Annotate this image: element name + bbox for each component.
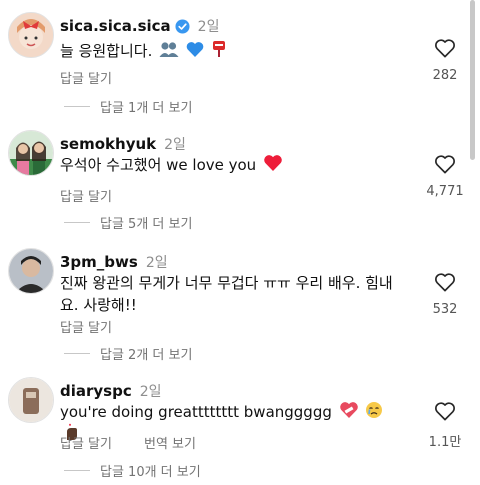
view-replies-button[interactable]: 답글 10개 더 보기 xyxy=(64,461,201,480)
avatar[interactable] xyxy=(8,12,54,58)
comment-time: 2일 xyxy=(145,255,168,271)
comment-time: 2일 xyxy=(139,384,162,400)
view-replies-label: 답글 1개 더 보기 xyxy=(100,101,193,116)
reply-button[interactable]: 답글 달기 xyxy=(60,186,112,205)
comment-item: sica.sica.sica 2일 늘 응원합니다. 답글 달기 답글 1개 더… xyxy=(0,12,470,117)
divider xyxy=(64,106,90,107)
comment-time: 2일 xyxy=(197,19,220,35)
username[interactable]: 3pm_bws xyxy=(60,253,138,271)
divider xyxy=(64,353,90,354)
heart-outline-icon[interactable] xyxy=(434,38,456,58)
like-count: 532 xyxy=(432,302,458,317)
username[interactable]: semokhyuk xyxy=(60,135,156,153)
view-replies-button[interactable]: 답글 1개 더 보기 xyxy=(64,97,192,116)
comment-text: 진짜 왕관의 무게가 너무 무겁다 ㅠㅠ 우리 배우. 힘내요. 사랑해!! xyxy=(60,274,393,314)
postbox-emoji xyxy=(212,41,225,57)
comment-item: 3pm_bws 2일 진짜 왕관의 무게가 너무 무겁다 ㅠㅠ 우리 배우. 힘… xyxy=(0,248,470,363)
comment-item: semokhyuk 2일 우석아 수고했어 we love you 답글 달기 … xyxy=(0,130,470,235)
view-replies-button[interactable]: 답글 2개 더 보기 xyxy=(64,344,192,363)
comment-item: diaryspc 2일 you're doing greatttttttt bw… xyxy=(0,377,470,482)
crying-face-emoji xyxy=(366,402,383,418)
translate-button[interactable]: 번역 보기 xyxy=(144,433,196,452)
blue-heart-emoji xyxy=(186,42,204,57)
like-count: 4,771 xyxy=(426,184,464,199)
scrollbar[interactable] xyxy=(470,0,475,160)
red-heart-emoji xyxy=(264,155,282,171)
username[interactable]: diaryspc xyxy=(60,382,132,400)
heart-outline-icon[interactable] xyxy=(434,401,456,421)
view-replies-label: 답글 10개 더 보기 xyxy=(100,465,201,480)
view-replies-button[interactable]: 답글 5개 더 보기 xyxy=(64,213,192,232)
comment-text: you're doing greatttttttt bwanggggg xyxy=(60,403,332,421)
like-count: 282 xyxy=(432,68,458,83)
avatar[interactable] xyxy=(8,248,54,294)
view-replies-label: 답글 5개 더 보기 xyxy=(100,217,193,232)
reply-button[interactable]: 답글 달기 xyxy=(60,433,112,452)
divider xyxy=(64,470,90,471)
reply-button[interactable]: 답글 달기 xyxy=(60,317,112,336)
comment-text: 늘 응원합니다. xyxy=(60,42,153,60)
reply-button[interactable]: 답글 달기 xyxy=(60,68,112,87)
avatar[interactable] xyxy=(8,130,54,176)
heart-outline-icon[interactable] xyxy=(434,154,456,174)
heart-outline-icon[interactable] xyxy=(434,272,456,292)
like-count: 1.1만 xyxy=(428,435,462,450)
comment-time: 2일 xyxy=(164,137,186,153)
avatar[interactable] xyxy=(8,377,54,423)
username[interactable]: sica.sica.sica xyxy=(60,17,171,35)
view-replies-label: 답글 2개 더 보기 xyxy=(100,348,193,363)
divider xyxy=(64,222,90,223)
mending-heart-emoji xyxy=(339,402,358,418)
busts-in-silhouette-emoji xyxy=(159,42,179,57)
verified-badge-icon xyxy=(175,18,190,34)
comment-text: 우석아 수고했어 we love you xyxy=(60,156,257,174)
